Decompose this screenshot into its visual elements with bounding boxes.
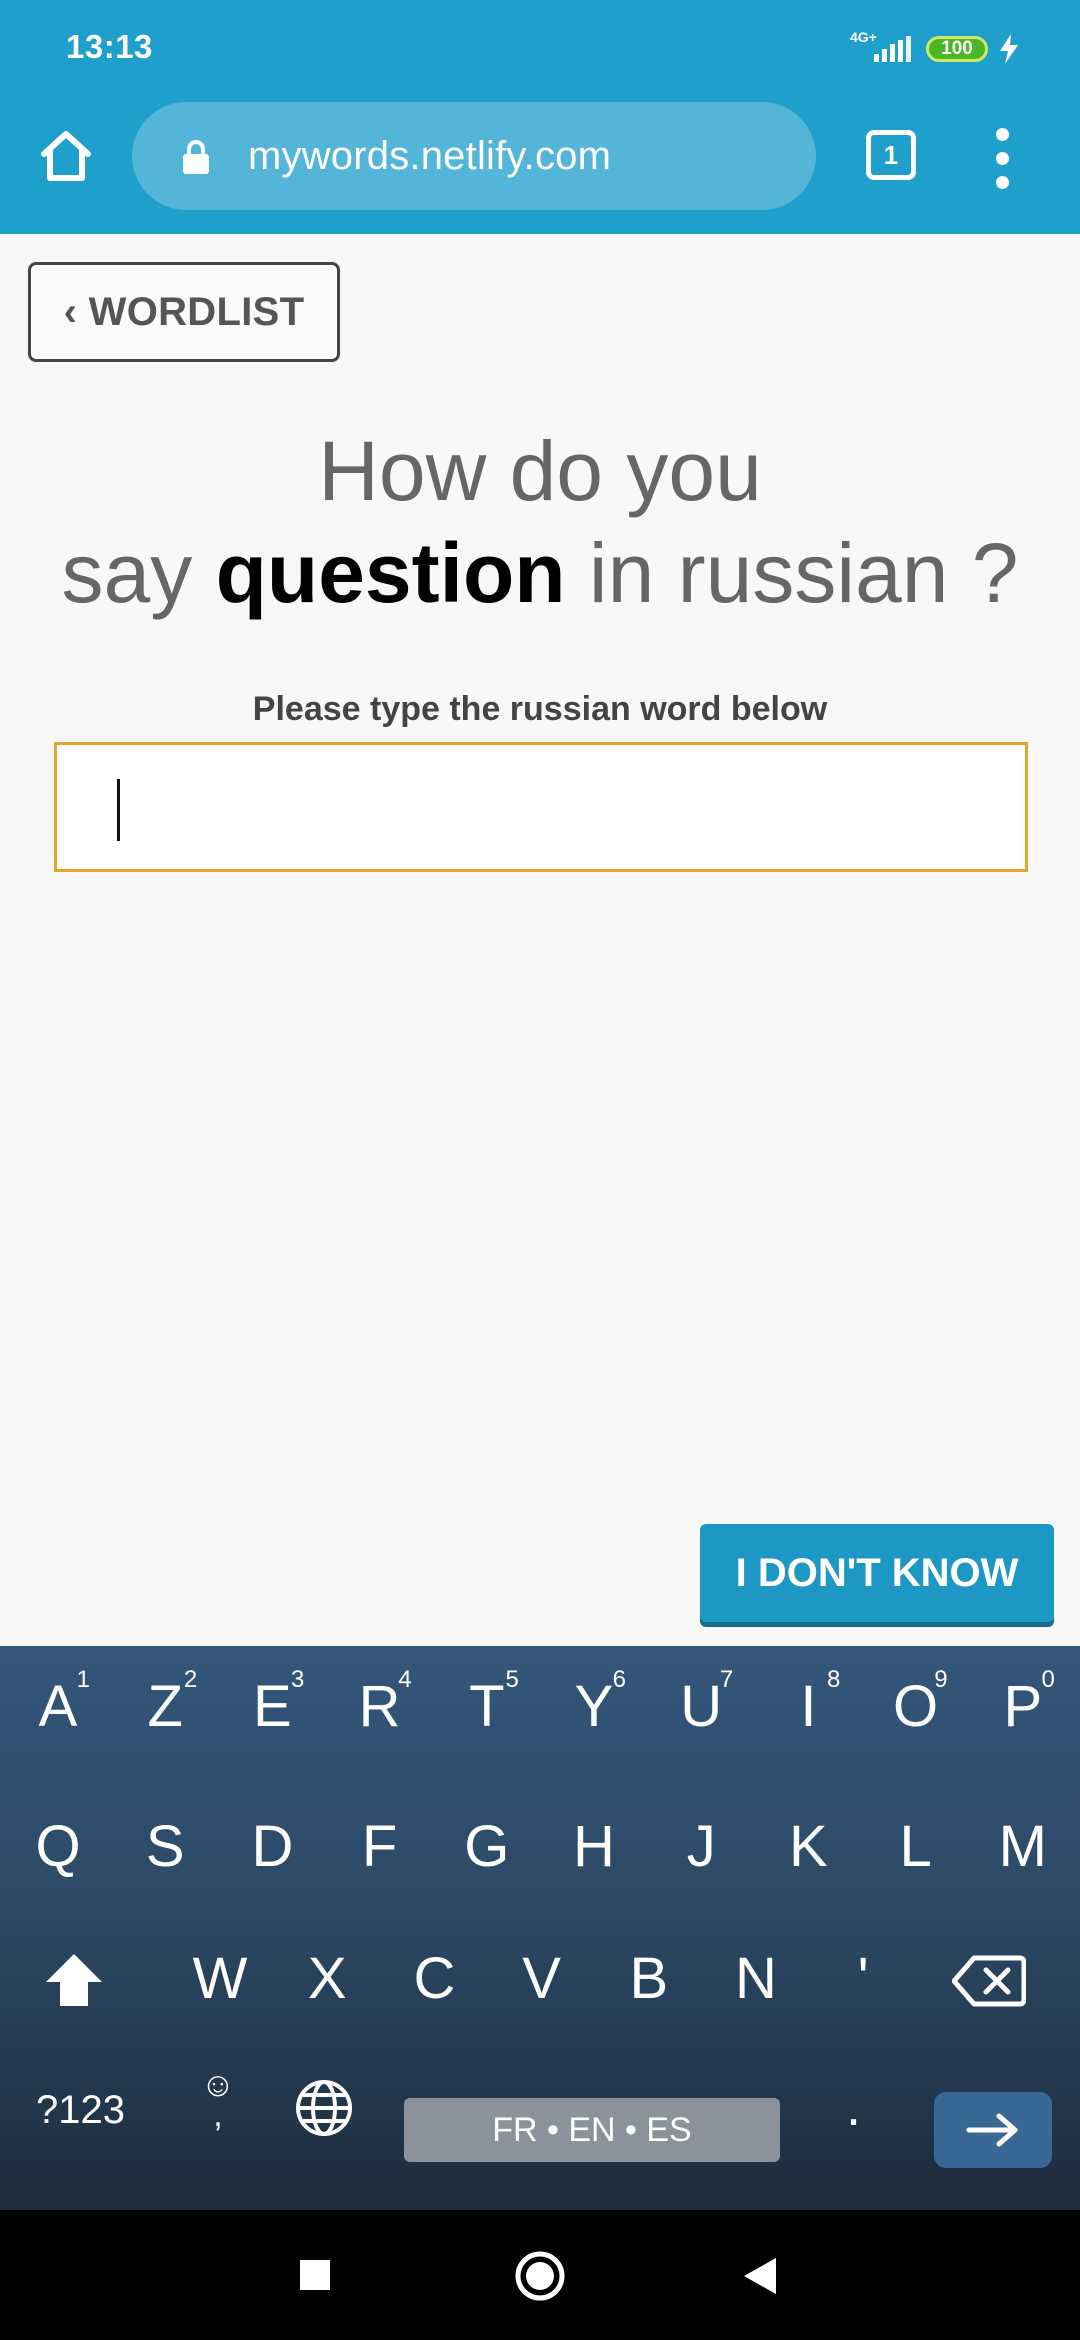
keyboard-row-2: QSDFGHJKLM xyxy=(0,1786,1080,1906)
key-v[interactable]: V xyxy=(490,1918,594,2038)
globe-icon[interactable] xyxy=(294,2078,354,2138)
key-a[interactable]: A1 xyxy=(6,1646,110,1766)
charging-icon xyxy=(1000,34,1018,64)
dont-know-button[interactable]: I DON'T KNOW xyxy=(700,1524,1054,1622)
key-z[interactable]: Z2 xyxy=(113,1646,217,1766)
browser-top-bar: 13:13 4G+ 100 mywords.netlify.com 1 xyxy=(0,0,1080,234)
key-hint: 2 xyxy=(183,1666,198,1693)
emoji-comma-key[interactable]: ☺ , xyxy=(196,2068,240,2134)
key-hint: 3 xyxy=(291,1666,305,1693)
key-t[interactable]: T5 xyxy=(435,1646,539,1766)
key-hint: 0 xyxy=(1041,1666,1055,1693)
key-x[interactable]: X xyxy=(275,1918,379,2038)
key-u[interactable]: U7 xyxy=(649,1646,753,1766)
more-vert-icon[interactable] xyxy=(990,128,1014,190)
key-q[interactable]: Q xyxy=(6,1786,110,1906)
question-heading: How do you say question in russian ? xyxy=(0,420,1080,624)
tabs-icon[interactable]: 1 xyxy=(866,130,916,180)
instruction-label: Please type the russian word below xyxy=(252,690,828,728)
key-f[interactable]: F xyxy=(328,1786,432,1906)
period-key[interactable]: . xyxy=(846,2076,861,2138)
status-bar: 13:13 4G+ 100 xyxy=(0,0,1080,100)
battery-indicator: 100 xyxy=(926,36,988,62)
key-hint: 8 xyxy=(827,1666,841,1693)
key-c[interactable]: C xyxy=(382,1918,486,2038)
lock-icon xyxy=(183,140,209,174)
text-caret xyxy=(117,779,120,841)
keyboard-row-1: A1Z2E3R4T5Y6U7I8O9P0 xyxy=(0,1646,1080,1766)
target-word: question xyxy=(215,526,566,620)
system-nav-bar xyxy=(0,2210,1080,2340)
home-circle-icon[interactable] xyxy=(514,2250,566,2302)
key-e[interactable]: E3 xyxy=(220,1646,324,1766)
key-hint: 6 xyxy=(612,1666,626,1693)
answer-input[interactable] xyxy=(54,742,1028,872)
key-h[interactable]: H xyxy=(542,1786,646,1906)
home-icon[interactable] xyxy=(36,126,96,186)
backspace-icon[interactable] xyxy=(952,1954,1026,2008)
status-time: 13:13 xyxy=(66,28,153,65)
space-key[interactable]: FR • EN • ES xyxy=(404,2098,780,2162)
network-type: 4G+ xyxy=(850,29,877,45)
key-o[interactable]: O9 xyxy=(864,1646,968,1766)
key-b[interactable]: B xyxy=(597,1918,701,2038)
enter-arrow-icon xyxy=(966,2113,1018,2147)
url-text: mywords.netlify.com xyxy=(248,134,612,178)
enter-key[interactable] xyxy=(934,2092,1052,2168)
signal-icon xyxy=(874,36,911,62)
key-d[interactable]: D xyxy=(220,1786,324,1906)
symbols-key[interactable]: ?123 xyxy=(36,2088,125,2133)
key-hint: 7 xyxy=(719,1666,734,1693)
key-l[interactable]: L xyxy=(864,1786,968,1906)
address-bar[interactable]: mywords.netlify.com xyxy=(132,102,816,210)
key-hint: 1 xyxy=(76,1666,90,1693)
shift-icon[interactable] xyxy=(42,1950,106,2010)
key-j[interactable]: J xyxy=(649,1786,753,1906)
key-hint: 5 xyxy=(505,1666,519,1693)
back-to-wordlist-button[interactable]: ‹ WORDLIST xyxy=(28,262,340,362)
tab-count: 1 xyxy=(883,139,899,170)
key-k[interactable]: K xyxy=(756,1786,860,1906)
key-i[interactable]: I8 xyxy=(756,1646,860,1766)
key-r[interactable]: R4 xyxy=(328,1646,432,1766)
recent-apps-icon[interactable] xyxy=(300,2260,330,2290)
key-y[interactable]: Y6 xyxy=(542,1646,646,1766)
question-line1: How do you xyxy=(318,424,762,518)
key-g[interactable]: G xyxy=(435,1786,539,1906)
key-m[interactable]: M xyxy=(971,1786,1075,1906)
comma-label: , xyxy=(213,2096,223,2134)
on-screen-keyboard: A1Z2E3R4T5Y6U7I8O9P0 QSDFGHJKLM W X C V B N ' … xyxy=(0,1646,1080,2210)
key-p[interactable]: P0 xyxy=(971,1646,1075,1766)
keyboard-row-3: W X C V B N ' xyxy=(0,1918,1080,2038)
key-hint: 4 xyxy=(398,1666,412,1693)
key-w[interactable]: W xyxy=(168,1918,272,2038)
key-s[interactable]: S xyxy=(113,1786,217,1906)
back-triangle-icon[interactable] xyxy=(742,2256,778,2296)
key-apostrophe[interactable]: ' xyxy=(811,1918,915,2038)
key-n[interactable]: N xyxy=(704,1918,808,2038)
question-line2: say question in russian ? xyxy=(61,526,1019,620)
key-hint: 9 xyxy=(934,1666,948,1693)
